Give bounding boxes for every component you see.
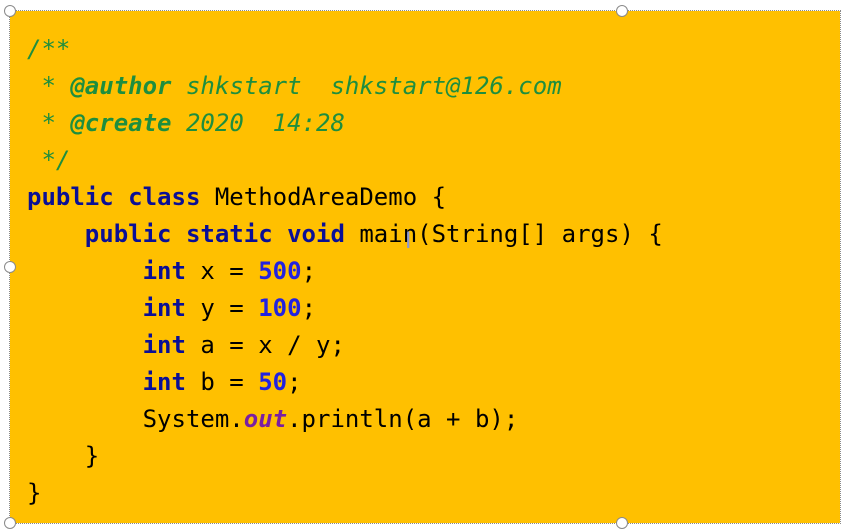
resize-handle-top-left[interactable] [4, 5, 16, 17]
variable-a-expression: a = x / y; [185, 331, 345, 359]
declare-x-line: int x = 500; [27, 253, 316, 290]
javadoc-open-line: /** [27, 31, 70, 68]
number-literal: 100 [258, 294, 302, 322]
semicolon: ; [287, 368, 302, 396]
text-cursor-icon: I [405, 229, 412, 254]
keyword-static: static [185, 220, 273, 248]
keyword-void: void [287, 220, 345, 248]
println-line: System.out.println(a + b); [27, 401, 519, 438]
author-value: shkstart shkstart@126.com [171, 72, 562, 100]
keyword-int: int [142, 368, 186, 396]
variable-x: x = [185, 257, 259, 285]
create-tag: @create [70, 109, 172, 137]
create-value: 2020 14:28 [171, 109, 345, 137]
comment-star: * [27, 72, 71, 100]
class-declaration-line: public class MethodAreaDemo { [27, 179, 446, 216]
keyword-int: int [142, 294, 186, 322]
semicolon: ; [301, 294, 317, 322]
code-textbox[interactable]: /** * @author shkstart shkstart@126.com … [9, 10, 841, 524]
closing-brace: } [27, 479, 42, 507]
javadoc-author-line: * @author shkstart shkstart@126.com [27, 68, 562, 105]
declare-y-line: int y = 100; [27, 290, 316, 327]
number-literal: 50 [258, 368, 288, 396]
resize-handle-left-middle[interactable] [4, 261, 16, 273]
keyword-public: public [27, 183, 114, 211]
class-close-line: } [27, 475, 41, 512]
comment-close: */ [27, 146, 71, 174]
class-name: MethodAreaDemo { [200, 183, 447, 211]
javadoc-create-line: * @create 2020 14:28 [27, 105, 345, 142]
method-close-line: } [27, 438, 99, 475]
semicolon: ; [301, 257, 317, 285]
println-call: .println(a + b); [287, 405, 519, 433]
keyword-public: public [84, 220, 172, 248]
comment-star: * [27, 109, 71, 137]
javadoc-close-line: */ [27, 142, 70, 179]
keyword-class: class [128, 183, 201, 211]
resize-handle-top-middle[interactable] [616, 5, 628, 17]
variable-b: b = [185, 368, 259, 396]
number-literal: 500 [258, 257, 302, 285]
resize-handle-bottom-left[interactable] [4, 517, 16, 529]
variable-y: y = [185, 294, 259, 322]
main-method-line: public static void main(String[] args) { [27, 216, 663, 253]
keyword-int: int [142, 331, 186, 359]
resize-handle-bottom-middle[interactable] [616, 517, 628, 529]
comment-open: /** [27, 35, 71, 63]
keyword-int: int [142, 257, 186, 285]
author-tag: @author [70, 72, 172, 100]
main-signature: main(String[] args) { [344, 220, 663, 248]
closing-brace: } [27, 442, 100, 470]
out-field: out [243, 405, 288, 433]
system-class: System. [142, 405, 244, 433]
declare-b-line: int b = 50; [27, 364, 302, 401]
declare-a-line: int a = x / y; [27, 327, 345, 364]
